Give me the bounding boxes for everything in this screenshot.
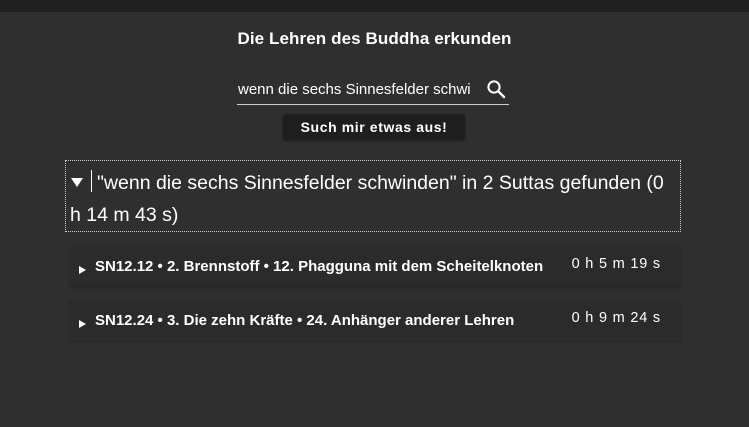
triangle-right-icon bbox=[78, 316, 87, 328]
results-summary[interactable]: "wenn die sechs Sinnesfelder schwinden" … bbox=[65, 160, 681, 232]
search-box bbox=[237, 74, 509, 105]
result-title: SN12.12 • 2. Brennstoff • 12. Phagguna m… bbox=[95, 258, 544, 275]
random-suggestion-button[interactable]: Such mir etwas aus! bbox=[283, 114, 465, 140]
top-bar bbox=[0, 0, 749, 12]
page-title: Die Lehren des Buddha erkunden bbox=[237, 29, 512, 48]
result-title: SN12.24 • 3. Die zehn Kräfte • 24. Anhän… bbox=[95, 312, 515, 329]
search-icon[interactable] bbox=[483, 75, 509, 103]
result-item[interactable]: SN12.24 • 3. Die zehn Kräfte • 24. Anhän… bbox=[69, 301, 681, 341]
result-duration: 0 h 9 m 24 s bbox=[571, 310, 661, 326]
summary-text: "wenn die sechs Sinnesfelder schwinden" … bbox=[70, 172, 664, 226]
search-input[interactable] bbox=[237, 75, 483, 103]
result-duration: 0 h 5 m 19 s bbox=[571, 256, 661, 272]
result-item[interactable]: SN12.12 • 2. Brennstoff • 12. Phagguna m… bbox=[69, 247, 681, 287]
triangle-right-icon bbox=[78, 262, 87, 274]
